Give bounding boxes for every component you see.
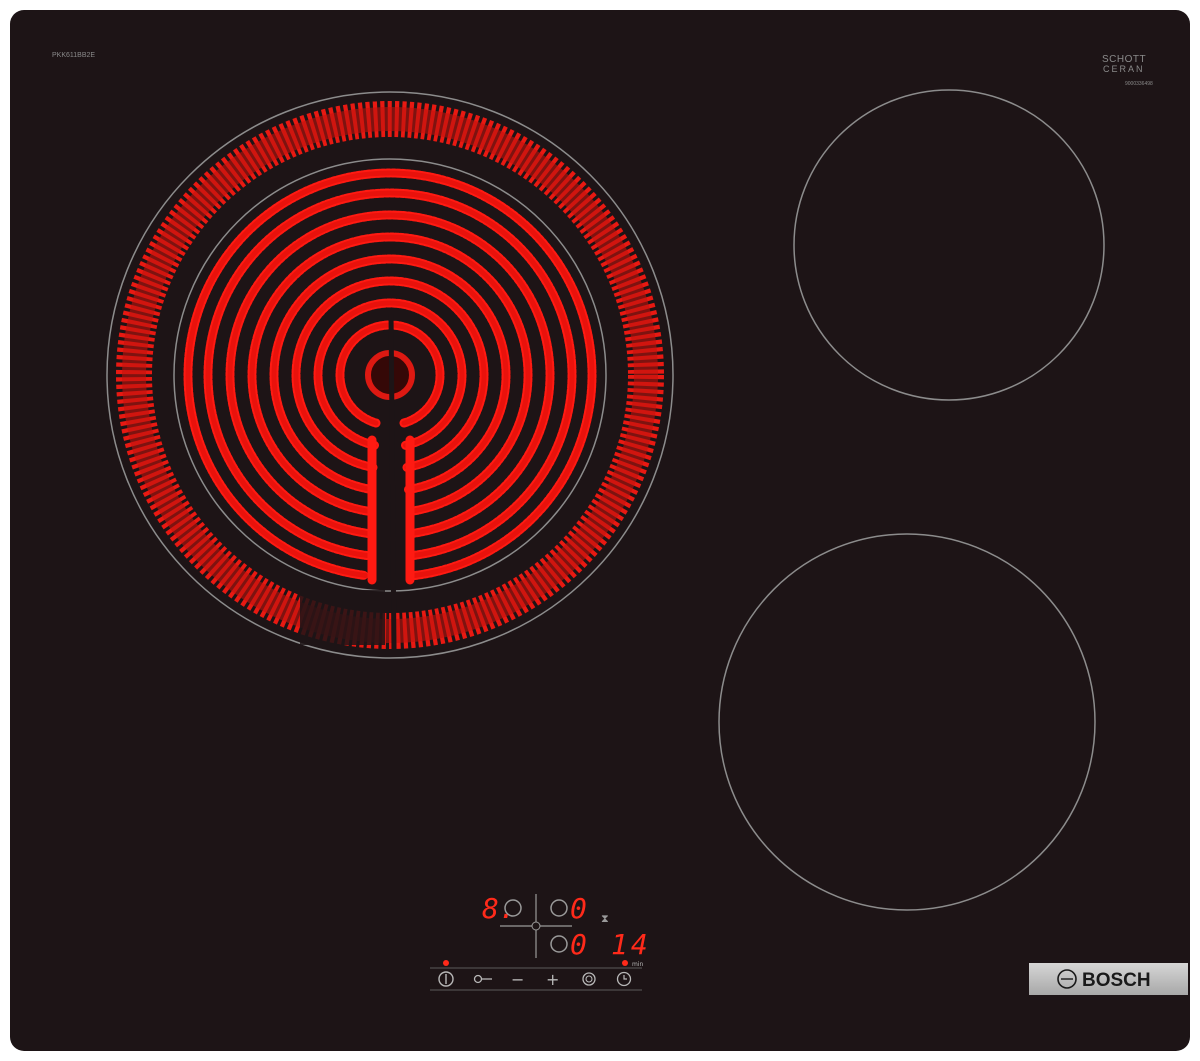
display-center-icon [531, 921, 541, 931]
timer-display: 14 [611, 928, 651, 961]
zone-sensor-line [388, 311, 397, 653]
plus-icon: + [546, 970, 559, 989]
zone-level-display-c: 0 [570, 928, 587, 961]
zone-connector-shadow [300, 590, 385, 645]
brand-name: BOSCH [1082, 970, 1151, 991]
timer-unit: min [632, 961, 644, 968]
model-code: PKK611BB2E [52, 52, 95, 59]
minus-button[interactable]: − [511, 970, 524, 989]
minus-icon: − [511, 970, 524, 989]
power-indicator-dot [443, 960, 449, 966]
zone-level-display-b: 0 [570, 892, 587, 925]
hourglass-icon: ⧗ [601, 912, 609, 925]
schott-logo-line2: CERAN [1103, 64, 1145, 74]
zone-level-display-a: 8. [482, 892, 516, 925]
serial-code: 9000336498 [1125, 81, 1153, 87]
timer-indicator-dot [622, 960, 628, 966]
plus-button[interactable]: + [546, 970, 559, 989]
ceramic-hob: PKK611BB2E SCHOTT CERAN 9000336498 8. 0 … [10, 10, 1190, 1051]
brand-badge: BOSCH [1029, 963, 1188, 995]
